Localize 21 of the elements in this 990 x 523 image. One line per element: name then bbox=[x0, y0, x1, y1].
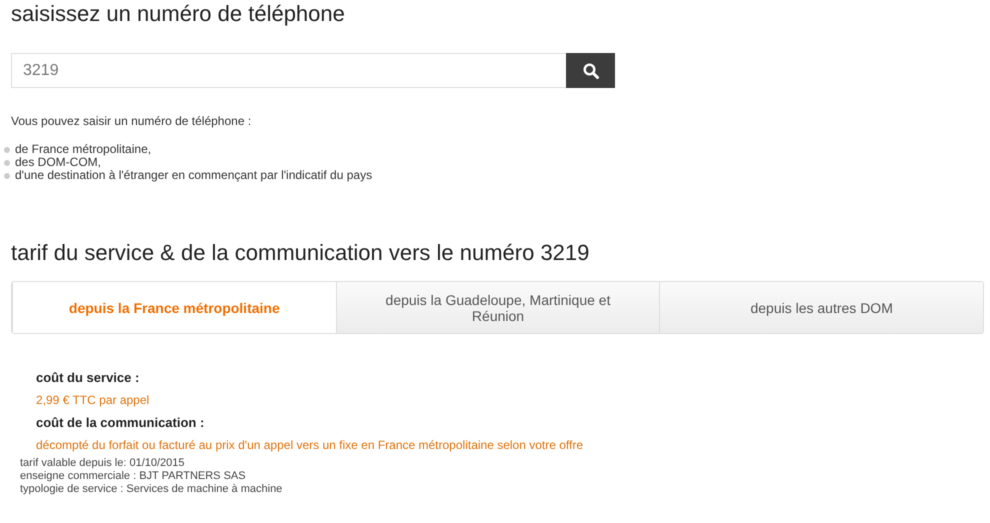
note-text: typologie de service : Services de machine à machine bbox=[20, 483, 284, 496]
intro-text: Vous pouvez saisir un numéro de téléphone : bbox=[11, 114, 252, 128]
search-button[interactable] bbox=[566, 53, 615, 88]
tab[interactable]: depuis les autres DOM bbox=[659, 282, 983, 333]
search-icon bbox=[582, 62, 598, 78]
bullet-icon bbox=[4, 172, 10, 178]
cost-label: coût du service : bbox=[36, 370, 140, 385]
section-heading: tarif du service & de la communication vers le numéro 3219 bbox=[11, 239, 590, 267]
cost-value: décompté du forfait ou facturé au prix d'un appel vers un fixe en France métropolitaine selon votre offre bbox=[36, 438, 584, 452]
list-item: des DOM-COM, bbox=[15, 156, 102, 169]
bullet-icon bbox=[4, 160, 10, 166]
bullet-icon bbox=[4, 146, 10, 152]
phone-number-field[interactable]: 3219 bbox=[11, 53, 566, 88]
note-text: tarif valable depuis le: 01/10/2015 bbox=[20, 457, 186, 470]
cost-value: 2,99 € TTC par appel bbox=[36, 393, 150, 407]
page-heading: saisissez un numéro de téléphone bbox=[11, 0, 346, 28]
list-item: d'une destination à l'étranger en commençant par l'indicatif du pays bbox=[15, 169, 372, 182]
note-text: enseigne commerciale : BJT PARTNERS SAS bbox=[20, 470, 247, 483]
list-item: de France métropolitaine, bbox=[15, 143, 152, 156]
cost-label: coût de la communication : bbox=[36, 415, 206, 430]
tab[interactable]: depuis la Guadeloupe, Martinique et Réunion bbox=[336, 282, 660, 333]
